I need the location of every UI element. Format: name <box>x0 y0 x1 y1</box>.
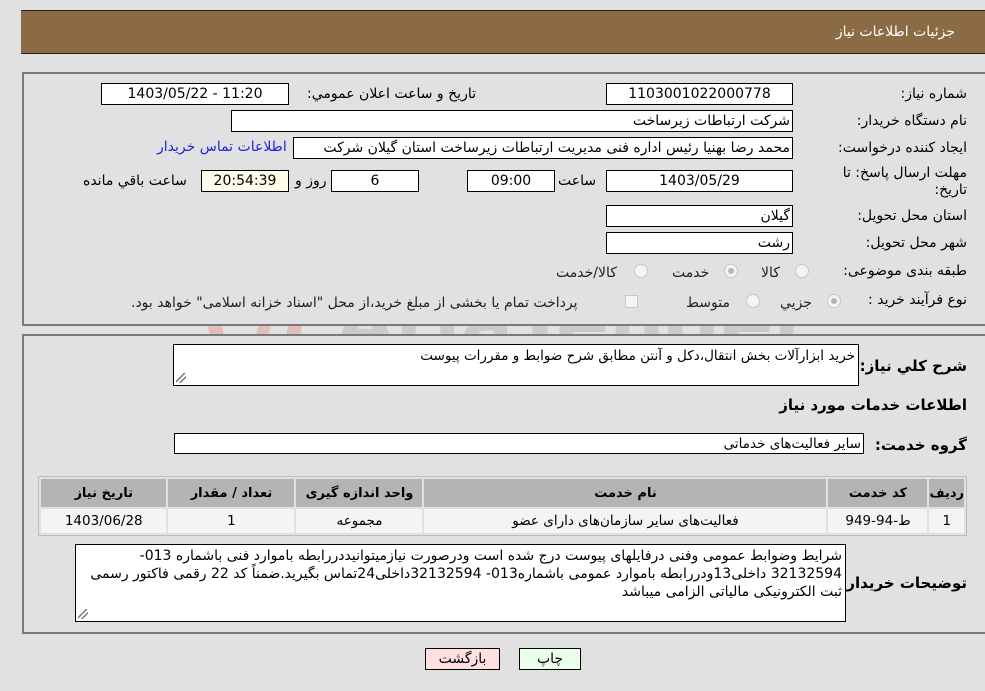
purchase-type-option-minor: جزيي <box>780 295 812 311</box>
cell-unit: مجموعه <box>296 509 423 533</box>
services-table: ردیف کد خدمت نام خدمت واحد اندازه گیری ت… <box>38 476 967 536</box>
col-header-unit: واحد اندازه گیری <box>296 479 423 507</box>
category-radio-goods[interactable] <box>795 264 809 278</box>
back-button[interactable]: بازگشت <box>425 648 500 670</box>
buyer-notes-textarea[interactable]: شرایط وضوابط عمومی وفنی درفایلهای پیوست … <box>75 544 846 622</box>
deadline-date-field: 1403/05/29 <box>606 170 793 192</box>
days-label: روز و <box>295 173 327 189</box>
requester-label: ایجاد کننده درخواست: <box>838 140 967 156</box>
service-group-field: سایر فعالیت‌های خدماتی <box>174 433 864 454</box>
page-header: جزئیات اطلاعات نیاز <box>21 10 985 54</box>
buyer-notes-label: توضیحات خریدار: <box>840 574 967 592</box>
buyer-org-label: نام دستگاه خریدار: <box>856 113 967 129</box>
time-remaining-field: 20:54:39 <box>201 170 289 192</box>
days-remaining-field: 6 <box>331 170 419 192</box>
print-button[interactable]: چاپ <box>519 648 581 670</box>
treasury-note: پرداخت تمام یا بخشی از مبلغ خرید،از محل … <box>131 295 578 311</box>
cell-quantity: 1 <box>168 509 295 533</box>
purchase-type-radio-medium[interactable] <box>746 294 760 308</box>
resize-grip-icon[interactable] <box>78 609 88 619</box>
time-remaining-label: ساعت باقي مانده <box>83 173 187 189</box>
cell-service-code: ط-94-949 <box>828 509 928 533</box>
cell-need-date: 1403/06/28 <box>41 509 167 533</box>
deadline-label: مهلت ارسال پاسخ: تا تاریخ: <box>842 165 967 198</box>
deadline-time-field: 09:00 <box>467 170 555 192</box>
category-radio-goods-service[interactable] <box>634 264 648 278</box>
col-header-need-date: تاریخ نیاز <box>41 479 167 507</box>
category-option-service: خدمت <box>672 265 710 281</box>
purchase-type-label: نوع فرآیند خرید : <box>868 292 967 308</box>
summary-label: شرح کلي نیاز: <box>859 357 967 375</box>
deadline-time-label: ساعت <box>558 173 597 189</box>
summary-textarea[interactable]: خرید ابزارآلات بخش انتقال،دکل و آنتن مطا… <box>173 344 859 386</box>
service-group-label: گروه خدمت: <box>874 436 967 454</box>
col-header-quantity: تعداد / مقدار <box>168 479 295 507</box>
table-row: 1 ط-94-949 فعالیت‌های سایر سازمان‌های دا… <box>41 509 964 533</box>
category-radio-service[interactable] <box>724 264 738 278</box>
page-title: جزئیات اطلاعات نیاز <box>835 24 955 40</box>
purchase-type-option-medium: متوسط <box>686 295 730 311</box>
col-header-service-name: نام خدمت <box>424 479 827 507</box>
buyer-org-field: شرکت ارتباطات زیرساخت <box>231 110 793 132</box>
buyer-notes-text: شرایط وضوابط عمومی وفنی درفایلهای پیوست … <box>90 548 842 600</box>
cell-row-number: 1 <box>929 509 964 533</box>
purchase-type-radio-minor[interactable] <box>827 294 841 308</box>
city-label: شهر محل تحویل: <box>865 235 967 251</box>
col-header-row-number: ردیف <box>929 479 964 507</box>
requester-field: محمد رضا بهنیا رئیس اداره فنی مدیریت ارت… <box>293 137 793 159</box>
announce-datetime-label: تاریخ و ساعت اعلان عمومي: <box>307 86 476 102</box>
city-field: رشت <box>606 232 793 254</box>
table-header-row: ردیف کد خدمت نام خدمت واحد اندازه گیری ت… <box>41 479 964 507</box>
category-option-goods-service: کالا/خدمت <box>556 265 617 281</box>
resize-grip-icon[interactable] <box>176 373 186 383</box>
category-option-goods: کالا <box>761 265 780 281</box>
category-label: طبقه بندی موضوعی: <box>843 263 967 279</box>
province-label: استان محل تحویل: <box>857 208 967 224</box>
announce-datetime-field: 1403/05/22 - 11:20 <box>101 83 289 105</box>
services-heading: اطلاعات خدمات مورد نیاز <box>779 396 967 414</box>
treasury-checkbox[interactable] <box>625 295 638 308</box>
need-number-label: شماره نیاز: <box>900 86 968 102</box>
summary-text: خرید ابزارآلات بخش انتقال،دکل و آنتن مطا… <box>420 348 855 364</box>
need-number-field: 1103001022000778 <box>606 83 793 105</box>
col-header-service-code: کد خدمت <box>828 479 928 507</box>
province-field: گیلان <box>606 205 793 227</box>
buyer-contact-link[interactable]: اطلاعات تماس خریدار <box>157 139 287 155</box>
cell-service-name: فعالیت‌های سایر سازمان‌های دارای عضو <box>424 509 827 533</box>
